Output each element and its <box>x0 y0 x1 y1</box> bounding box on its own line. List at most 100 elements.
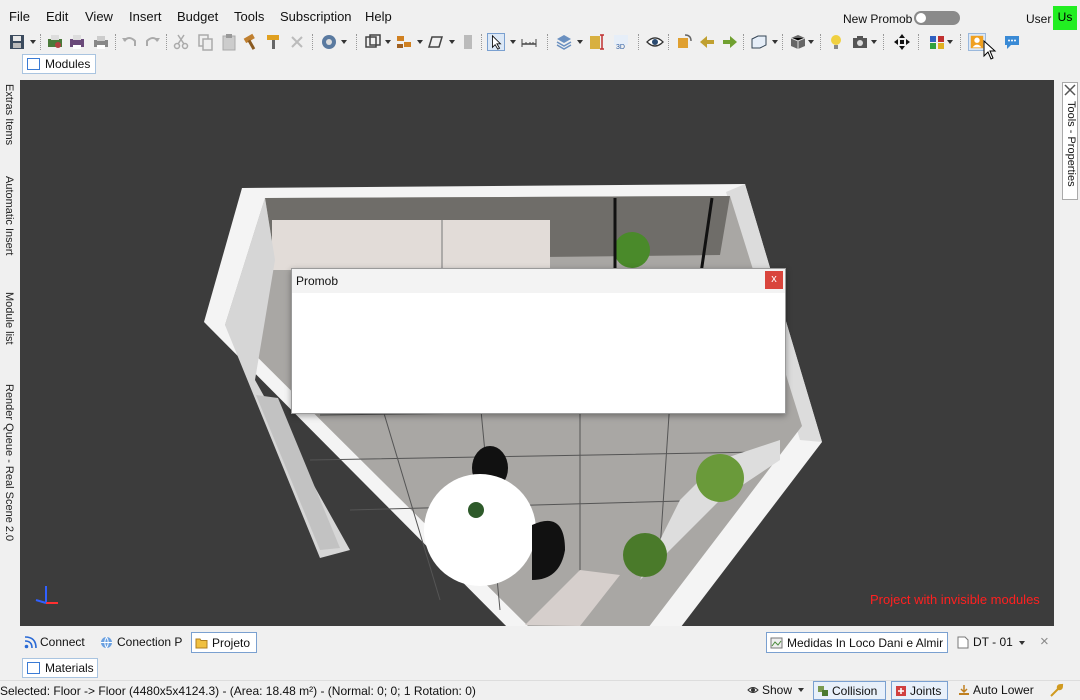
tab-connect[interactable]: Connect <box>22 632 85 653</box>
3d-view-icon[interactable]: 3D <box>612 33 630 51</box>
tab-tools-properties[interactable]: Tools - Properties <box>1062 82 1078 200</box>
layers-dropdown-icon[interactable] <box>577 40 583 44</box>
table-plant <box>468 502 484 518</box>
wrench-icon[interactable] <box>1048 683 1064 699</box>
redo-icon[interactable] <box>144 33 162 51</box>
shape-icon[interactable] <box>426 33 444 51</box>
modules-tab[interactable]: Modules <box>22 54 96 74</box>
chat-icon[interactable] <box>1003 33 1021 51</box>
group-dropdown-icon[interactable] <box>417 40 423 44</box>
joints-label: Joints <box>910 684 942 698</box>
menu-tools[interactable]: Tools <box>234 9 264 24</box>
move-icon[interactable] <box>893 33 911 51</box>
palette-dropdown-icon[interactable] <box>947 40 953 44</box>
toggle-knob <box>916 13 926 23</box>
user-avatar[interactable]: Us <box>1053 6 1077 30</box>
left-side-panel: Extras Items Automatic Insert Module lis… <box>0 78 16 626</box>
group-icon[interactable] <box>395 33 413 51</box>
tab-projeto[interactable]: Projeto <box>191 632 257 653</box>
menu-help[interactable]: Help <box>365 9 392 24</box>
materials-tab[interactable]: Materials <box>22 658 98 678</box>
cut-icon[interactable] <box>172 33 190 51</box>
promob-dialog: Promob x <box>291 268 786 414</box>
toolbar-separator <box>312 34 313 50</box>
menu-subscription[interactable]: Subscription <box>280 9 352 24</box>
format-painter-icon[interactable] <box>264 33 282 51</box>
toolbar-separator <box>166 34 167 50</box>
show-dropdown-icon[interactable] <box>798 688 804 692</box>
render-dropdown-icon[interactable] <box>341 40 347 44</box>
axis-gizmo <box>35 599 47 604</box>
photo-camera-icon[interactable] <box>851 33 869 51</box>
modules-icon <box>27 58 40 70</box>
palette-icon[interactable] <box>928 33 946 51</box>
toolbar-separator <box>547 34 548 50</box>
menu-file[interactable]: File <box>9 9 30 24</box>
new-promob-toggle[interactable] <box>914 11 960 25</box>
tab-projeto-label: Projeto <box>212 636 251 650</box>
tab-automatic-insert[interactable]: Automatic Insert <box>1 176 15 288</box>
auto-lower-toggle[interactable]: Auto Lower <box>955 681 1034 700</box>
save-icon[interactable] <box>8 33 26 51</box>
toolbar-separator <box>356 34 357 50</box>
menu-view[interactable]: View <box>85 9 113 24</box>
camera-view-icon[interactable] <box>750 33 768 51</box>
collision-label: Collision <box>832 684 878 698</box>
box-icon[interactable] <box>789 33 807 51</box>
toolbar-separator <box>115 34 116 50</box>
light-icon[interactable] <box>828 33 846 51</box>
tab-measures[interactable]: Medidas In Loco Dani e Almir <box>766 632 948 653</box>
paste-icon[interactable] <box>220 33 238 51</box>
collision-icon <box>818 686 828 696</box>
tab-dt-01[interactable]: DT - 01 <box>955 632 1013 653</box>
rotate-icon[interactable] <box>675 33 693 51</box>
tab-extras-items[interactable]: Extras Items <box>1 84 15 172</box>
print-setup-icon[interactable] <box>92 33 110 51</box>
toolbar-separator <box>883 34 884 50</box>
hammer-icon[interactable] <box>242 33 260 51</box>
delete-icon[interactable] <box>288 33 306 51</box>
camera-view-dropdown-icon[interactable] <box>772 40 778 44</box>
copy-icon[interactable] <box>196 33 214 51</box>
print-icon[interactable] <box>68 33 86 51</box>
toolbar-separator <box>743 34 744 50</box>
block-icon[interactable] <box>459 33 477 51</box>
select-dropdown-icon[interactable] <box>510 40 516 44</box>
dt-dropdown-icon[interactable] <box>1019 641 1025 645</box>
user-label: User <box>1026 12 1052 26</box>
dialog-title: Promob <box>296 274 339 288</box>
photo-camera-dropdown-icon[interactable] <box>871 40 877 44</box>
globe-icon <box>101 636 112 649</box>
joints-toggle[interactable]: Joints <box>891 681 948 700</box>
eye-icon[interactable] <box>646 33 664 51</box>
measure-icon[interactable] <box>520 33 538 51</box>
dimension-icon[interactable] <box>588 33 606 51</box>
print-preview-icon[interactable] <box>46 33 64 51</box>
undo-icon[interactable] <box>120 33 138 51</box>
dialog-close-button[interactable]: x <box>765 271 783 289</box>
shape-dropdown-icon[interactable] <box>449 40 455 44</box>
toolbar-separator <box>820 34 821 50</box>
toolbar-separator <box>918 34 919 50</box>
frame-icon[interactable] <box>364 33 382 51</box>
tab-module-list[interactable]: Module list <box>1 292 15 380</box>
menu-edit[interactable]: Edit <box>46 9 68 24</box>
save-dropdown-icon[interactable] <box>30 40 36 44</box>
layers-icon[interactable] <box>555 33 573 51</box>
box-dropdown-icon[interactable] <box>808 40 814 44</box>
tab-render-queue[interactable]: Render Queue - Real Scene 2.0 <box>1 384 15 624</box>
select-pointer-icon[interactable] <box>487 33 505 51</box>
show-button[interactable]: Show <box>744 681 806 700</box>
arrow-right-icon[interactable] <box>721 33 739 51</box>
menu-budget[interactable]: Budget <box>177 9 218 24</box>
menu-insert[interactable]: Insert <box>129 9 162 24</box>
show-label: Show <box>762 683 793 697</box>
tab-conection-p[interactable]: Conection P <box>98 632 182 653</box>
arrow-left-icon[interactable] <box>698 33 716 51</box>
collision-toggle[interactable]: Collision <box>813 681 886 700</box>
render-settings-icon[interactable] <box>320 33 338 51</box>
materials-tab-label: Materials <box>45 661 94 675</box>
close-tab-button[interactable]: × <box>1040 632 1049 653</box>
auto-lower-label: Auto Lower <box>973 683 1034 697</box>
frame-dropdown-icon[interactable] <box>385 40 391 44</box>
